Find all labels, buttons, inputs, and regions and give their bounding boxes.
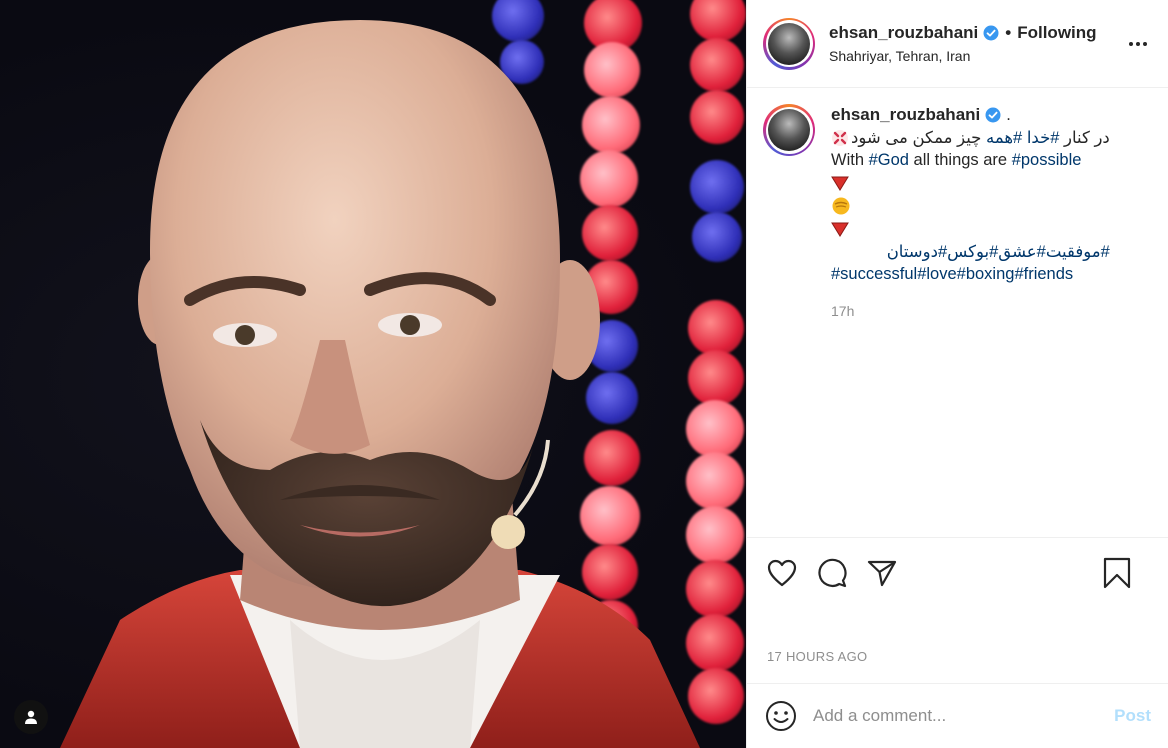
caption-line-english: With #God all things are #possible: [831, 149, 1110, 172]
like-button[interactable]: [765, 556, 799, 590]
avatar: [768, 109, 810, 151]
comment-input[interactable]: [813, 706, 1115, 726]
caption-section: ehsan_rouzbahani . در کنار #خدا #همه چیز…: [747, 88, 1168, 537]
save-button[interactable]: [1100, 556, 1134, 590]
share-icon: [867, 560, 897, 586]
hashtag-link[interactable]: #possible: [1012, 151, 1082, 169]
verified-badge-icon: [983, 25, 999, 41]
down-red-triangle-icon: [831, 176, 849, 191]
caption-relative-time: 17h: [831, 302, 855, 319]
caption-text-fragment: در کنار: [1059, 128, 1110, 147]
post-header: ehsan_rouzbahani • Following Shahriyar, …: [747, 0, 1168, 88]
separator-dot: •: [1005, 23, 1012, 42]
caption-text-fragment: all things are: [908, 151, 1012, 169]
heart-icon: [767, 559, 797, 586]
post-photo[interactable]: [0, 0, 746, 748]
share-button[interactable]: [865, 556, 899, 590]
hashtags-farsi: #موفقیت#عشق#بوکس#دوستان: [831, 241, 1110, 264]
action-bar: [747, 537, 1168, 607]
hashtag-link[interactable]: #God: [869, 151, 909, 169]
comment-button[interactable]: [815, 556, 849, 590]
portrait-illustration: [60, 20, 700, 748]
caption-suffix: .: [1006, 106, 1011, 124]
comment-icon: [818, 558, 847, 587]
caption-avatar[interactable]: [763, 104, 815, 156]
more-options-icon[interactable]: [1126, 32, 1150, 56]
post-timestamp[interactable]: 17 HOURS AGO: [747, 607, 1168, 685]
comment-bar: Post: [747, 683, 1168, 748]
down-red-triangle-icon: [831, 222, 849, 237]
caption-username[interactable]: ehsan_rouzbahani: [831, 104, 980, 127]
hashtag-link[interactable]: #خدا: [1027, 129, 1060, 147]
verified-badge-icon: [985, 107, 1001, 123]
caption-line-farsi: در کنار #خدا #همه چیز ممکن می شود: [831, 127, 1110, 150]
post-details-panel: ehsan_rouzbahani • Following Shahriyar, …: [746, 0, 1168, 748]
smiley-icon[interactable]: [765, 700, 797, 732]
post-comment-button[interactable]: Post: [1114, 706, 1151, 726]
anger-symbol-icon: [832, 129, 848, 146]
tagged-users-button[interactable]: [14, 700, 48, 734]
fist-emoji-icon: [832, 197, 850, 215]
post-location[interactable]: Shahriyar, Tehran, Iran: [829, 48, 1097, 64]
profile-avatar[interactable]: [763, 17, 815, 70]
post-author-username[interactable]: ehsan_rouzbahani: [829, 23, 978, 43]
caption-text-fragment: چیز ممکن می شود: [851, 128, 986, 147]
hashtag-link[interactable]: #موفقیت#عشق#بوکس#دوستان: [887, 241, 1110, 264]
following-button[interactable]: Following: [1017, 23, 1096, 43]
user-icon: [25, 710, 37, 724]
bookmark-icon: [1103, 557, 1131, 589]
hashtags-english[interactable]: #successful#love#boxing#friends: [831, 263, 1110, 286]
caption-text: ehsan_rouzbahani . در کنار #خدا #همه چیز…: [831, 104, 1110, 322]
avatar: [768, 22, 810, 65]
caption-text-fragment: With: [831, 151, 869, 169]
hashtag-link[interactable]: #همه: [986, 129, 1022, 147]
